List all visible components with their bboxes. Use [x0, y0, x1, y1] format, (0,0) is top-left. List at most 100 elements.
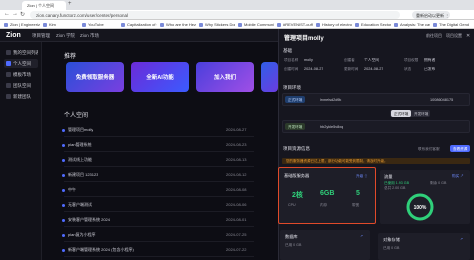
basic-field-key: 创建时间 — [284, 67, 299, 71]
bookmark-label: History of electron... — [322, 22, 352, 27]
new-tab-button[interactable]: + — [68, 1, 72, 7]
env-tab-dev[interactable]: 开发环境 — [411, 110, 431, 117]
basic-field-value: 2024-08-27 — [304, 67, 324, 71]
bookmark-icon — [316, 22, 320, 27]
project-row[interactable]: plan复为小程序 2024-07-25 — [62, 229, 254, 242]
nav-projects[interactable]: 项目管理 — [32, 33, 50, 39]
project-row[interactable]: 中午 2024-08-08 — [62, 184, 254, 197]
bookmark-label: Mobile Communic... — [244, 22, 274, 27]
bookmark-item[interactable]: History of electron... — [316, 22, 352, 27]
env-chip-dev: 开发环境 — [285, 123, 306, 130]
project-row[interactable]: plan管理系统 2024-08-23 — [62, 139, 254, 152]
project-date: 2024-08-23 — [226, 142, 247, 147]
cpu-label: CPU — [288, 203, 296, 207]
basic-field-value: molly — [304, 58, 313, 62]
project-name: plan复为小程序 — [68, 232, 96, 237]
project-date: 2024-08-06 — [226, 202, 247, 207]
project-row[interactable]: 新建项目 123123 2024-08-12 — [62, 169, 254, 182]
project-icon — [62, 159, 65, 162]
traffic-card-title: 流量 — [384, 174, 393, 179]
sidebar-item-label: 新建团队 — [13, 94, 31, 99]
bookmark-item[interactable]: Zion | Engineeriz... — [4, 22, 40, 27]
project-date: 2024-07-22 — [226, 247, 247, 252]
bookmark-item[interactable]: The Digital Gender... — [433, 22, 469, 27]
banner-more[interactable] — [261, 62, 278, 92]
traffic-total: 总共 2.00 GB — [384, 186, 406, 190]
buy-traffic-link[interactable]: 购买 ↗ — [452, 174, 464, 179]
storage-link[interactable]: ↗ — [460, 237, 463, 241]
sidebar-item[interactable]: 个人空间 — [4, 59, 38, 68]
traffic-ring-chart: 100% — [406, 193, 434, 221]
bookmark-item[interactable]: YouTube — [82, 22, 118, 27]
project-icon — [62, 189, 65, 192]
env-tab-prod[interactable]: 正式环境 — [391, 110, 412, 117]
contact-support-link[interactable]: 联系我们客服 — [418, 147, 440, 152]
drawer-title: 管理项目molly — [284, 36, 324, 42]
sidebar-item-icon — [6, 94, 11, 99]
banner-ai[interactable]: 全新AI功能 — [131, 62, 189, 92]
bookmark-item[interactable]: Why Stickers Don... — [199, 22, 235, 27]
goto-project-button[interactable]: 前往项目 — [426, 33, 442, 39]
personal-space-title: 个人空间 — [64, 113, 89, 119]
bookmark-item[interactable]: Who are the Hezb... — [160, 22, 196, 27]
project-row[interactable]: 无客户端测试 2024-08-06 — [62, 199, 254, 212]
project-row[interactable]: 新客户端管理系统 2024 (包含小程序) 2024-07-22 — [62, 244, 254, 257]
database-usage: 已用 0 GB — [285, 243, 302, 247]
project-icon — [62, 249, 65, 252]
project-date: 2024-08-12 — [226, 172, 247, 177]
project-icon — [62, 234, 65, 237]
project-date: 2024-08-01 — [226, 217, 247, 222]
bookmark-item[interactable]: Kim — [43, 22, 79, 27]
env-id-prod: lrxnelsd2d9k — [320, 98, 342, 102]
forward-icon[interactable]: → — [12, 11, 18, 17]
nav-academy[interactable]: Zion 学院 — [56, 33, 75, 39]
update-button[interactable]: 重新启动以更新 ⋮ — [412, 11, 450, 19]
bookmark-label: Education Sector... — [361, 22, 391, 27]
project-drawer — [278, 29, 474, 260]
project-row[interactable]: 测试线上功能 2024-08-13 — [62, 154, 254, 167]
bookmark-label: Who are the Hezb... — [166, 22, 196, 27]
upgrade-link[interactable]: 升级 ⇧ — [356, 174, 368, 179]
traffic-remaining: 剩余 0 GB — [430, 181, 447, 185]
sidebar-item-label: 模板市场 — [13, 72, 31, 77]
close-icon[interactable]: ✕ — [466, 33, 470, 39]
env-id-dev: hb2ykle5v8xq — [320, 125, 344, 129]
basic-field-key: 状态 — [404, 67, 412, 71]
nav-market[interactable]: Zion 市场 — [80, 33, 99, 39]
bookmark-item[interactable]: Analysis: The case... — [394, 22, 430, 27]
url-input[interactable]: zion.canary.functorz.com/user/center/per… — [30, 11, 400, 19]
bookmark-label: YouTube — [88, 22, 104, 27]
bookmark-item[interactable]: #REVENIST-cuff — [277, 22, 313, 27]
banner-join[interactable]: 加入我们 — [196, 62, 254, 92]
basic-field-value: 拥有者 — [424, 58, 436, 62]
app-logo[interactable]: Zion — [6, 32, 21, 39]
project-settings-button[interactable]: 项目设置 — [446, 33, 462, 39]
memory-label: 内存 — [320, 203, 328, 207]
bookmark-label: Analysis: The case... — [400, 22, 430, 27]
memory-value: 6GB — [320, 190, 335, 197]
project-row[interactable]: 安装客户管理系统 2024 2024-08-01 — [62, 214, 254, 227]
project-date: 2024-07-25 — [226, 232, 247, 237]
bookmark-item[interactable]: Education Sector... — [355, 22, 391, 27]
bookmark-item[interactable]: Mobile Communic... — [238, 22, 274, 27]
back-icon[interactable]: ← — [4, 11, 10, 17]
banner-free-server[interactable]: 免费领取服务器 — [66, 62, 124, 92]
sidebar-item[interactable]: 新建团队 — [4, 92, 38, 101]
project-row[interactable]: 管理项目molly 2024-08-27 — [62, 124, 254, 137]
reload-icon[interactable]: ↻ — [20, 11, 25, 18]
sidebar-item[interactable]: 我的空间列表 — [4, 48, 38, 57]
sidebar-item[interactable]: 模板市场 — [4, 70, 38, 79]
bookmark-label: Why Stickers Don... — [205, 22, 235, 27]
project-date: 2024-08-13 — [226, 157, 247, 162]
project-name: 中午 — [68, 187, 76, 192]
sidebar-item-label: 我的空间列表 — [13, 50, 38, 55]
server-card-title: 基础版服务器 — [284, 173, 310, 178]
browser-tab[interactable]: Zion | 个人空间 — [22, 1, 66, 10]
database-link[interactable]: ↗ — [360, 234, 363, 238]
view-resources-button[interactable]: 查看资源 — [450, 145, 471, 152]
env-extra-prod: 10086048175 — [430, 98, 454, 102]
sidebar-item[interactable]: 团队空间 — [4, 81, 38, 90]
bandwidth-label: 带宽 — [352, 203, 360, 207]
bookmark-item[interactable]: Capitalization of t... — [121, 22, 157, 27]
bookmark-label: Capitalization of t... — [127, 22, 157, 27]
